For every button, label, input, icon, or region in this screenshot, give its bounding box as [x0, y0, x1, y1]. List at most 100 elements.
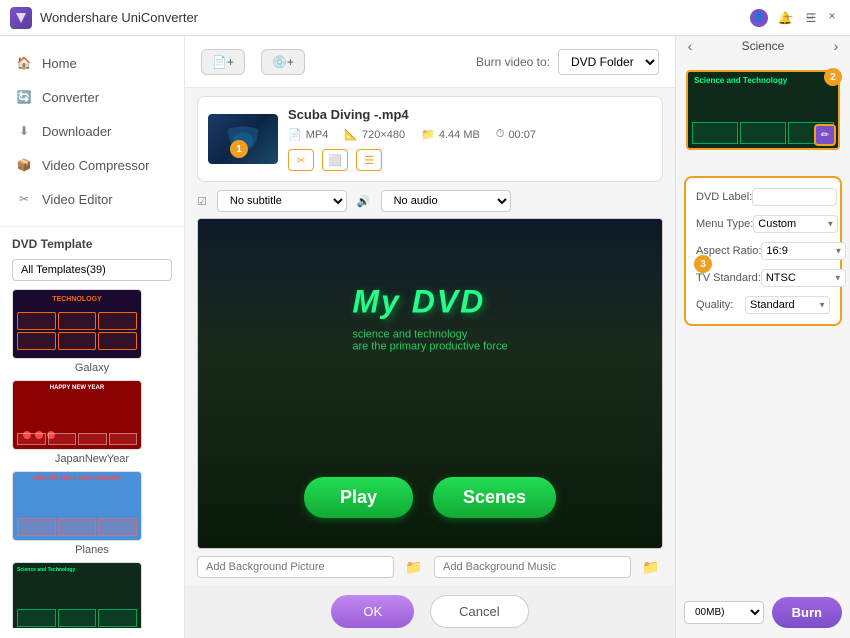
subtitle-row: ☑ No subtitle 🔊 No audio: [185, 190, 675, 218]
cancel-button[interactable]: Cancel: [430, 595, 528, 628]
file-resolution: 📐 720×480: [344, 128, 405, 141]
preview-scenes-button[interactable]: Scenes: [433, 477, 556, 518]
preview-text-block: My DVD science and technology are the pr…: [352, 283, 507, 352]
sidebar-item-video-compressor[interactable]: 📦 Video Compressor: [0, 148, 184, 182]
converter-icon: 🔄: [16, 89, 32, 105]
edit-template-button[interactable]: ✏: [814, 124, 836, 146]
duration-icon: ⏱: [496, 128, 505, 141]
file-format: 📄 MP4: [288, 128, 328, 141]
window-controls: — □ ✕: [780, 8, 840, 24]
bottom-buttons: OK Cancel: [185, 585, 675, 638]
dvd-label-input[interactable]: [752, 188, 837, 206]
bg-picture-input[interactable]: [197, 556, 394, 578]
resolution-icon: 📐: [344, 128, 358, 141]
file-info: Scuba Diving -.mp4 📄 MP4 📐 720×480 📁 4.4…: [288, 107, 652, 171]
preview-bottom: 📁 📁: [185, 549, 675, 585]
file-size: 📁 4.44 MB: [421, 128, 480, 141]
audio-check: 🔊: [357, 195, 371, 208]
template-item-planes[interactable]: CREATE YOUR OWN REALITY Planes: [12, 471, 172, 556]
bg-picture-folder-button[interactable]: 📁: [402, 555, 426, 579]
content-area: 📄+ 💿+ Burn video to: DVD Folder 1 Scu: [185, 36, 675, 638]
burn-button[interactable]: Burn: [772, 597, 842, 628]
top-toolbar: 📄+ 💿+ Burn video to: DVD Folder: [185, 36, 675, 88]
sidebar-menu: 🏠 Home 🔄 Converter ⬇ Downloader 📦 Video …: [0, 36, 184, 226]
download-icon: ⬇: [16, 123, 32, 139]
sidebar: 🏠 Home 🔄 Converter ⬇ Downloader 📦 Video …: [0, 36, 185, 638]
dvd-label-row: DVD Label:: [696, 188, 830, 206]
burn-dropdown[interactable]: DVD Folder: [558, 49, 659, 75]
quality-label: Quality:: [696, 299, 733, 311]
list-button[interactable]: ☰: [356, 149, 382, 171]
bg-music-input[interactable]: [434, 556, 631, 578]
tv-standard-row: TV Standard: NTSC PAL ▼: [696, 268, 830, 287]
file-badge-1: 1: [230, 140, 248, 158]
template-dropdown[interactable]: All Templates(39): [12, 259, 172, 281]
minimize-button[interactable]: —: [780, 8, 796, 24]
menu-type-row: Menu Type: Custom None Standard ▼: [696, 214, 830, 233]
preview-buttons: Play Scenes: [304, 477, 556, 518]
scissors-button[interactable]: ✂: [288, 149, 314, 171]
right-nav-label: Science: [742, 39, 785, 53]
sidebar-item-downloader[interactable]: ⬇ Downloader: [0, 114, 184, 148]
home-icon: 🏠: [16, 55, 32, 71]
sidebar-item-converter[interactable]: 🔄 Converter: [0, 80, 184, 114]
file-meta: 📄 MP4 📐 720×480 📁 4.44 MB ⏱ 00:07: [288, 128, 652, 141]
menu-type-select[interactable]: Custom None Standard: [753, 215, 838, 233]
format-icon: 📄: [288, 128, 302, 141]
titlebar: Wondershare UniConverter 👤 🔔 ☰ — □ ✕: [0, 0, 850, 36]
crop-button[interactable]: ⬜: [322, 149, 348, 171]
sidebar-item-home[interactable]: 🏠 Home: [0, 46, 184, 80]
compress-icon: 📦: [16, 157, 32, 173]
template-item-galaxy[interactable]: TECHNOLOGY Galaxy: [12, 289, 172, 374]
file-name: Scuba Diving -.mp4: [288, 107, 652, 122]
storage-select[interactable]: 00MB): [684, 601, 764, 624]
app-title: Wondershare UniConverter: [40, 10, 198, 25]
next-template-button[interactable]: ›: [826, 36, 846, 56]
bg-music-folder-button[interactable]: 📁: [639, 555, 663, 579]
template-item-science[interactable]: Science and Technology Science: [12, 562, 172, 628]
subtitle-select[interactable]: No subtitle: [217, 190, 347, 212]
user-icon[interactable]: 👤: [750, 9, 768, 27]
add-dvd-icon: 💿+: [272, 55, 294, 69]
main-layout: 🏠 Home 🔄 Converter ⬇ Downloader 📦 Video …: [0, 36, 850, 638]
quality-row: Quality: Standard High Low ▼: [696, 295, 830, 314]
badge-2: 2: [824, 68, 842, 86]
dvd-settings: DVD Label: Menu Type: Custom None Standa…: [684, 176, 842, 326]
template-thumb-science: Science and Technology: [12, 562, 142, 628]
maximize-button[interactable]: □: [802, 8, 818, 24]
dvd-template-title: DVD Template: [12, 237, 172, 251]
right-nav: ‹ Science ›: [676, 36, 850, 56]
sidebar-item-video-editor[interactable]: ✂ Video Editor: [0, 182, 184, 216]
aspect-ratio-select[interactable]: 16:9 4:3: [761, 242, 846, 260]
dvd-label-label: DVD Label:: [696, 191, 752, 203]
template-grid: TECHNOLOGY Galaxy: [12, 289, 172, 628]
prev-template-button[interactable]: ‹: [680, 36, 700, 56]
preview-subtitle-1: science and technology are the primary p…: [352, 328, 507, 352]
file-thumbnail: 1: [208, 114, 278, 164]
burn-to-label: Burn video to:: [476, 55, 550, 69]
dvd-template-section: DVD Template All Templates(39) TECHNOLOG…: [0, 226, 184, 638]
preview-play-button[interactable]: Play: [304, 477, 413, 518]
preview-title: My DVD: [352, 283, 507, 320]
tv-standard-select[interactable]: NTSC PAL: [761, 269, 846, 287]
preview-bg: My DVD science and technology are the pr…: [198, 219, 662, 548]
size-icon: 📁: [421, 128, 435, 141]
file-actions: ✂ ⬜ ☰: [288, 149, 652, 171]
menu-type-label: Menu Type:: [696, 218, 753, 230]
add-dvd-button[interactable]: 💿+: [261, 49, 305, 75]
ok-button[interactable]: OK: [331, 595, 414, 628]
add-media-button[interactable]: 📄+: [201, 49, 245, 75]
right-preview: Science and Technology 2 ✏: [676, 60, 850, 160]
quality-select[interactable]: Standard High Low: [745, 296, 830, 314]
template-thumb-japan: HAPPY NEW YEAR: [12, 380, 142, 450]
burn-area: 00MB) Burn: [676, 587, 850, 638]
right-panel: ‹ Science › Science and Technology 2 ✏ 3: [675, 36, 850, 638]
template-thumb-planes: CREATE YOUR OWN REALITY: [12, 471, 142, 541]
add-media-icon: 📄+: [212, 55, 234, 69]
template-item-japan[interactable]: HAPPY NEW YEAR JapanNe: [12, 380, 172, 465]
file-duration: ⏱ 00:07: [496, 128, 536, 141]
audio-select[interactable]: No audio: [381, 190, 511, 212]
tv-standard-label: TV Standard:: [696, 272, 761, 284]
close-button[interactable]: ✕: [824, 8, 840, 24]
app-logo: [10, 7, 32, 29]
